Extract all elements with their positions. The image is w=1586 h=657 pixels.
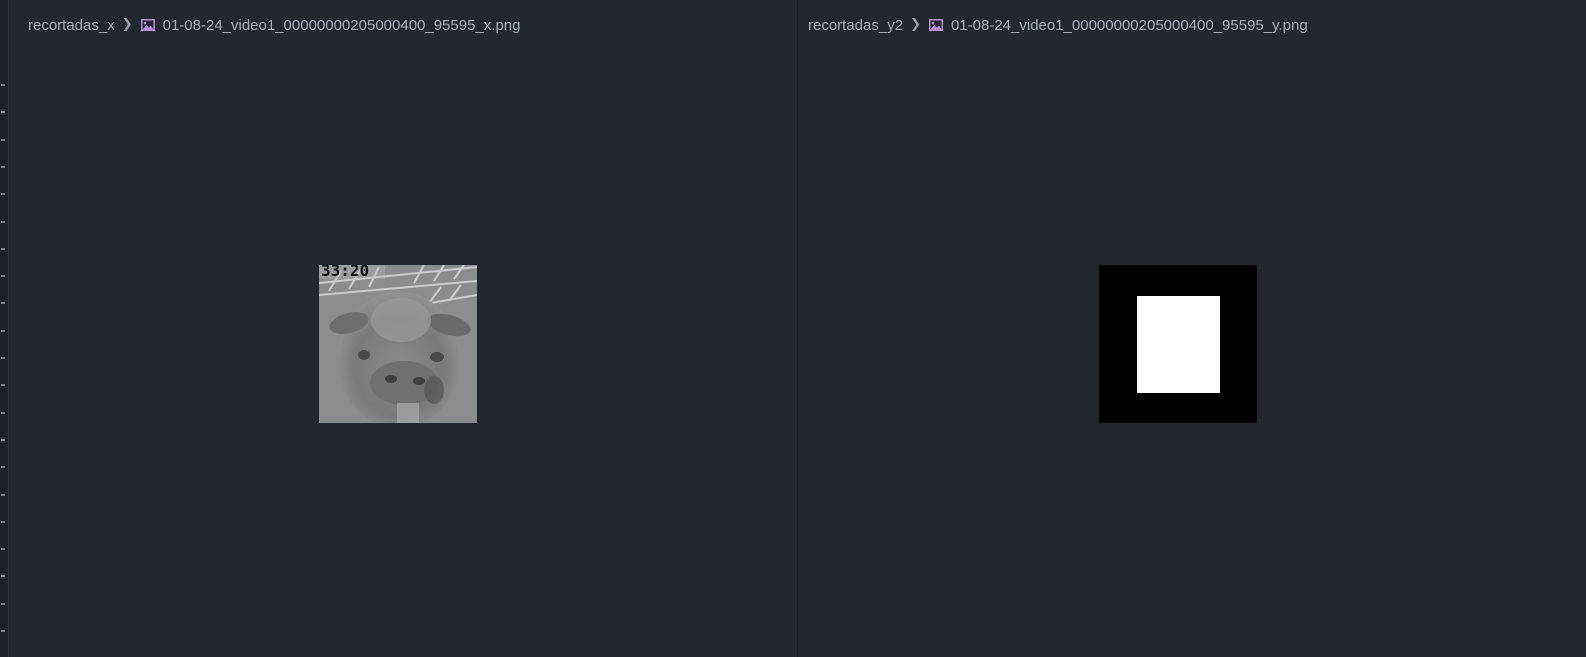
gutter-tick <box>1 221 5 223</box>
gutter-tick <box>1 111 5 113</box>
gutter-tick <box>1 275 5 277</box>
editor-pane-left: recortadas_x ❯ 01-08-24_video1_000000002… <box>9 0 798 657</box>
gutter-tick <box>1 548 5 550</box>
gutter-tick <box>1 575 5 577</box>
breadcrumb-file[interactable]: 01-08-24_video1_00000000205000400_95595_… <box>163 17 521 34</box>
gutter-tick <box>1 521 5 523</box>
gutter-tick <box>1 630 5 632</box>
mask-image-preview <box>1099 265 1257 423</box>
editor-pane-right: recortadas_y2 ❯ 01-08-24_video1_00000000… <box>798 0 1586 657</box>
gutter-tick <box>1 603 5 605</box>
breadcrumb-file[interactable]: 01-08-24_video1_00000000205000400_95595_… <box>951 17 1308 34</box>
mask-foreground-region <box>1137 296 1220 393</box>
gutter-tick <box>1 412 5 414</box>
gutter-tick <box>1 494 5 496</box>
timestamp-overlay: 33:20 <box>321 265 369 280</box>
gutter-tick <box>1 248 5 250</box>
gutter-tick <box>1 139 5 141</box>
gutter-tick <box>1 330 5 332</box>
breadcrumb: recortadas_y2 ❯ 01-08-24_video1_00000000… <box>808 15 1308 35</box>
image-file-icon <box>140 19 155 31</box>
gutter-tick <box>1 466 5 468</box>
gutter-tick <box>1 166 5 168</box>
breadcrumb-folder[interactable]: recortadas_x <box>28 17 115 34</box>
gutter-tick <box>1 302 5 304</box>
image-compare-window: recortadas_x ❯ 01-08-24_video1_000000002… <box>0 0 1586 657</box>
gutter-tick <box>1 84 5 86</box>
gutter-tick <box>1 357 5 359</box>
chevron-right-icon: ❯ <box>121 16 133 31</box>
chevron-right-icon: ❯ <box>910 16 921 31</box>
gutter-tick <box>1 384 5 386</box>
gutter-tick <box>1 439 5 441</box>
image-file-icon <box>928 19 943 31</box>
gutter-tick <box>1 193 5 195</box>
breadcrumb-folder[interactable]: recortadas_y2 <box>808 17 903 34</box>
left-gutter <box>0 0 9 657</box>
cow-image-preview: 33:20 <box>319 265 477 423</box>
breadcrumb: recortadas_x ❯ 01-08-24_video1_000000002… <box>28 15 520 35</box>
